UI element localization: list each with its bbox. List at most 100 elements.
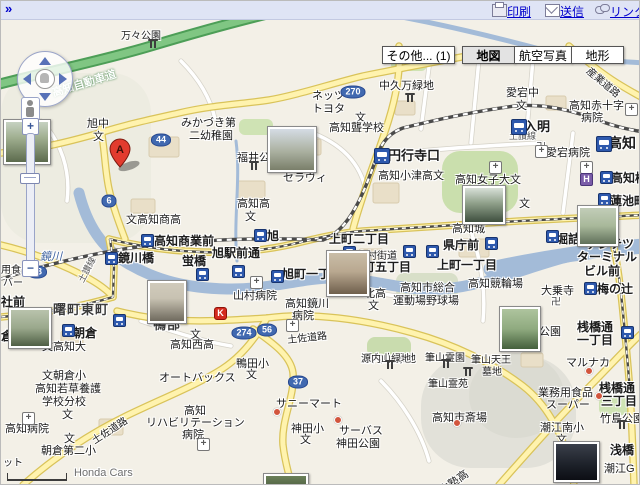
pan-left-arrow-icon[interactable] xyxy=(23,73,31,85)
pan-down-arrow-icon[interactable] xyxy=(39,93,51,101)
print-link[interactable]: 印刷 xyxy=(507,3,531,20)
route-shield: 270 xyxy=(340,86,365,99)
map-label: 高知西高 xyxy=(170,336,214,352)
tram-icon xyxy=(105,252,118,265)
poi-icon xyxy=(273,408,281,416)
map-label: 高知聾学校 xyxy=(329,119,384,135)
hosp-icon xyxy=(535,145,548,158)
map-label: 文 xyxy=(300,431,311,447)
collapse-sidebar-button[interactable]: » xyxy=(5,1,12,16)
zoom-slider-track[interactable] xyxy=(26,133,35,263)
marker-letter: A xyxy=(116,144,124,156)
tram-icon xyxy=(271,270,284,283)
map-label: 梅の辻 xyxy=(597,280,633,297)
map-label: 二幼稚園 xyxy=(189,127,233,143)
photo-thumbnail[interactable] xyxy=(499,306,541,352)
poi-icon xyxy=(453,419,461,427)
pan-center-hand-icon[interactable] xyxy=(35,69,55,89)
poi-icon xyxy=(585,367,593,375)
photo-thumbnail[interactable] xyxy=(267,126,317,173)
photo-thumbnail[interactable] xyxy=(263,473,309,485)
map-label: 山村病院 xyxy=(233,287,277,303)
route-shield: 274 xyxy=(231,327,256,340)
tramL-icon xyxy=(511,119,527,135)
map-marker-a[interactable]: A xyxy=(104,138,144,172)
map-label: 文 xyxy=(62,406,73,422)
map-label: 文 xyxy=(245,208,256,224)
building-footprint xyxy=(373,183,399,203)
tram-icon xyxy=(403,245,416,258)
photo-image xyxy=(270,129,314,170)
pan-right-arrow-icon[interactable] xyxy=(59,73,67,85)
scale-bar xyxy=(7,473,67,481)
print-icon xyxy=(492,4,507,17)
map-type-button-terrain[interactable]: 地形 xyxy=(571,46,624,64)
map-label: 高知商業前 xyxy=(154,232,214,249)
kk-icon xyxy=(214,307,227,320)
link-link[interactable]: リンク xyxy=(610,3,640,20)
map-label: 県庁前 xyxy=(443,236,479,253)
map-label: 神田公園 xyxy=(336,435,380,451)
tram-icon xyxy=(62,324,75,337)
map-label: 文 xyxy=(93,128,104,144)
tram-icon xyxy=(485,237,498,250)
hosp-icon xyxy=(489,161,502,174)
map-label: 墓地 xyxy=(482,363,502,378)
photo-thumbnail[interactable] xyxy=(577,205,619,247)
scale-label: 2000 フィート xyxy=(9,481,74,485)
map-label: 筆山霊苑 xyxy=(428,375,468,390)
map-label: 文 xyxy=(368,297,379,313)
map-label: 高知小津高文 xyxy=(378,167,444,183)
map-label: 運動場野球場 xyxy=(393,292,459,308)
send-link[interactable]: 送信 xyxy=(560,3,584,20)
map-label: 高知橋 xyxy=(611,169,640,186)
hotel-icon xyxy=(580,173,593,186)
map-label: 愛宕病院 xyxy=(546,144,590,160)
map-canvas[interactable]: A + − その他... (1) 地図 航空写真 地形 2000 フィート ©2… xyxy=(1,19,640,485)
route-shield: 56 xyxy=(257,324,277,337)
photo-thumbnail[interactable] xyxy=(147,280,187,324)
map-label: サニーマート xyxy=(276,395,342,411)
photo-thumbnail[interactable] xyxy=(553,441,600,483)
tram-icon xyxy=(254,229,267,242)
map-type-button-map[interactable]: 地図 xyxy=(462,46,515,64)
torii-icon xyxy=(405,93,415,102)
map-type-button-satellite[interactable]: 航空写真 xyxy=(514,46,572,64)
building-footprint xyxy=(395,101,415,115)
photo-thumbnail[interactable] xyxy=(326,250,370,297)
map-label: 卍 xyxy=(551,293,561,308)
hosp-icon xyxy=(197,438,210,451)
tram-icon xyxy=(426,245,439,258)
torii-icon xyxy=(385,360,395,369)
photo-image xyxy=(329,253,367,294)
map-label: バー xyxy=(3,274,23,289)
photo-thumbnail[interactable] xyxy=(462,185,506,225)
tram-icon xyxy=(232,265,245,278)
zoom-out-button[interactable]: − xyxy=(22,260,39,277)
photo-image xyxy=(150,283,184,321)
map-label: 文 xyxy=(246,366,257,382)
map-label: 朝倉第二小 xyxy=(41,442,96,458)
torii-icon xyxy=(617,420,627,429)
tram-icon xyxy=(600,171,613,184)
map-label: 鏡川橋 xyxy=(118,249,154,266)
pan-up-arrow-icon[interactable] xyxy=(39,57,51,65)
map-label: 公園 xyxy=(539,323,561,339)
minor-road xyxy=(471,59,479,143)
torii-icon xyxy=(249,161,259,170)
route-shield: 44 xyxy=(151,134,171,147)
map-label: 文 xyxy=(516,97,527,113)
torii-icon xyxy=(441,359,451,368)
map-label: スーパー xyxy=(546,396,590,412)
more-layers-button[interactable]: その他... (1) xyxy=(382,46,455,64)
torii-icon xyxy=(463,367,473,376)
route-shield: 37 xyxy=(288,376,308,389)
map-label: 蛍橋 xyxy=(182,252,206,269)
hosp-icon xyxy=(625,103,638,116)
photo-image xyxy=(502,309,538,349)
map-label: 一丁目 xyxy=(577,331,613,348)
tram-icon xyxy=(141,234,154,247)
photo-thumbnail[interactable] xyxy=(8,307,52,349)
tram-icon xyxy=(584,282,597,295)
zoom-slider-handle[interactable] xyxy=(20,173,40,184)
